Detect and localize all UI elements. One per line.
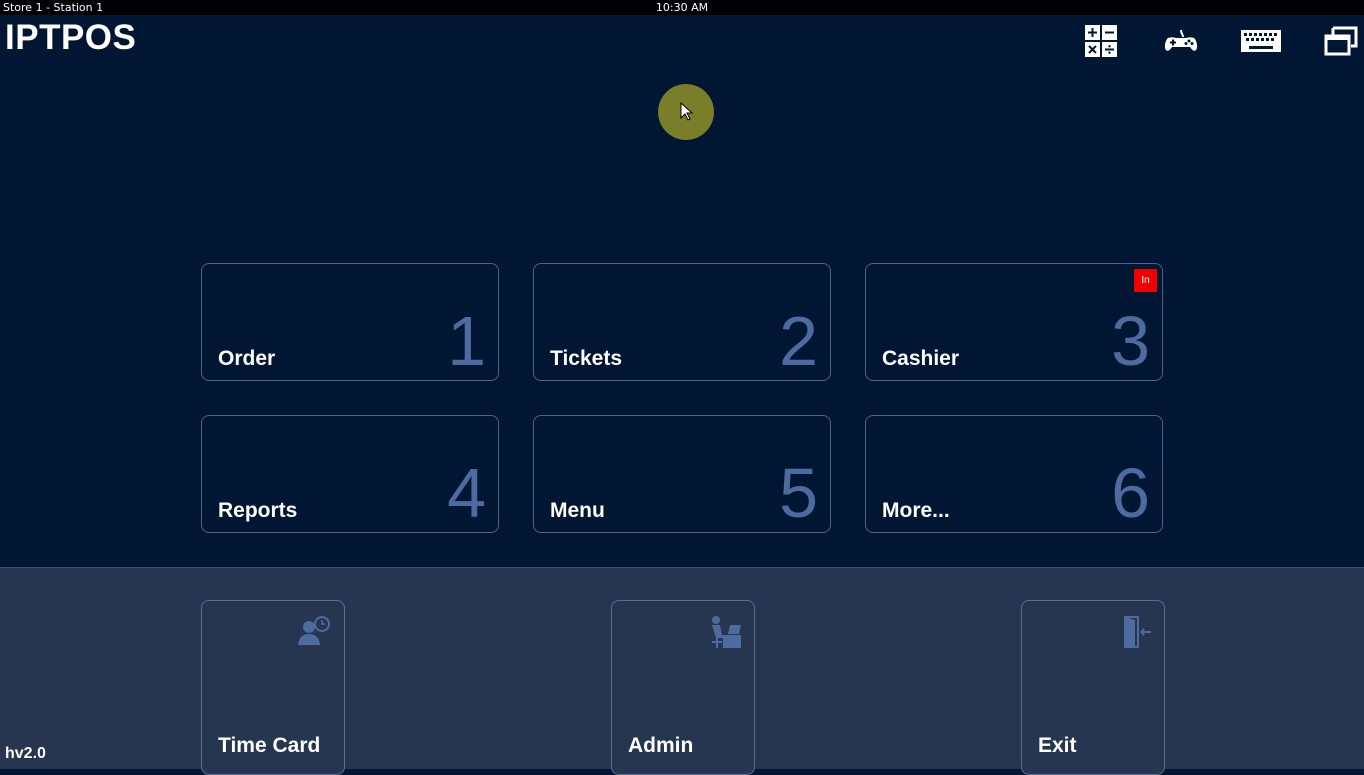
mouse-cursor-icon <box>680 102 694 121</box>
footer-button-label: Admin <box>628 734 694 757</box>
reports-tile[interactable]: Reports 4 <box>201 415 499 533</box>
restore-window-icon <box>1324 26 1358 56</box>
calculator-icon <box>1085 25 1117 57</box>
restore-window-button[interactable] <box>1319 23 1363 59</box>
calculator-button[interactable] <box>1079 23 1123 59</box>
window-titlebar: Store 1 - Station 1 10:30 AM <box>0 0 1364 15</box>
admin-desk-icon <box>712 616 741 648</box>
cashier-tile[interactable]: In Cashier 3 <box>865 263 1163 381</box>
tile-shortcut-number: 2 <box>779 302 818 380</box>
cashier-status-badge: In <box>1134 269 1157 292</box>
footer-button-label: Time Card <box>218 734 321 757</box>
tile-shortcut-number: 5 <box>779 454 818 532</box>
footer-bar: Time Card Admin Exit hv2.0 <box>0 567 1364 775</box>
tile-label: Menu <box>550 499 605 522</box>
tile-shortcut-number: 4 <box>447 454 486 532</box>
clock: 10:30 AM <box>655 1 709 14</box>
tile-label: Tickets <box>550 347 622 370</box>
keyboard-icon <box>1241 30 1281 52</box>
app-logo: IPTPOS <box>5 18 137 57</box>
exit-door-icon <box>1124 616 1151 648</box>
time-card-icon <box>298 616 330 645</box>
tile-label: Reports <box>218 499 298 522</box>
admin-button[interactable]: Admin <box>611 600 755 775</box>
tile-shortcut-number: 1 <box>447 302 486 380</box>
more-tile[interactable]: More... 6 <box>865 415 1163 533</box>
version-label: hv2.0 <box>5 745 46 762</box>
main-area: IPTPOS Order 1 Tickets 2 In Cashier 3 Re… <box>0 15 1364 568</box>
exit-button[interactable]: Exit <box>1021 600 1165 775</box>
footer-button-label: Exit <box>1038 734 1077 757</box>
tickets-tile[interactable]: Tickets 2 <box>533 263 831 381</box>
gamepad-button[interactable] <box>1159 23 1203 59</box>
tile-label: More... <box>882 499 950 522</box>
menu-tile[interactable]: Menu 5 <box>533 415 831 533</box>
tile-label: Cashier <box>882 347 960 370</box>
tile-label: Order <box>218 347 276 370</box>
order-tile[interactable]: Order 1 <box>201 263 499 381</box>
tile-shortcut-number: 3 <box>1111 302 1150 380</box>
keyboard-button[interactable] <box>1239 23 1283 59</box>
time-card-button[interactable]: Time Card <box>201 600 345 775</box>
gamepad-icon <box>1164 29 1198 51</box>
tile-shortcut-number: 6 <box>1111 454 1150 532</box>
